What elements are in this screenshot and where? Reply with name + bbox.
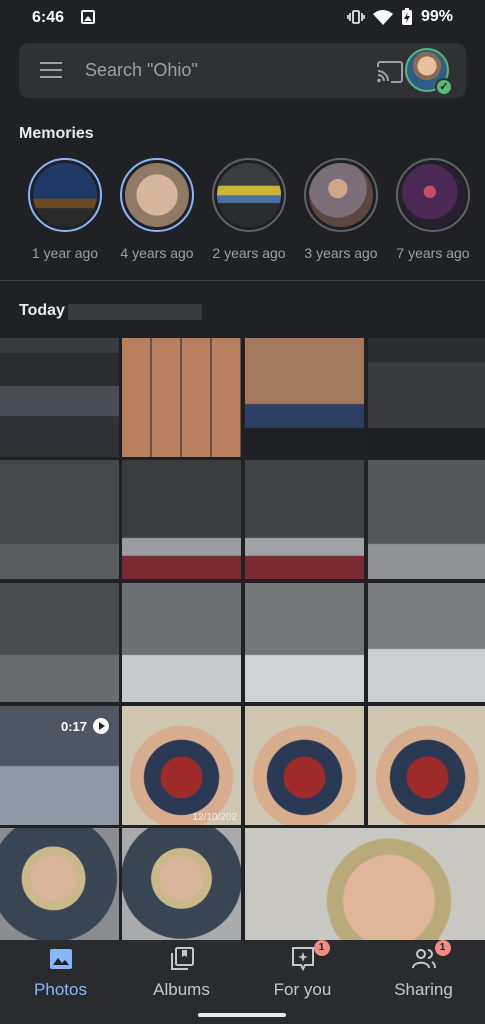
for-you-icon: [291, 947, 314, 972]
memory-item[interactable]: 4 years ago: [111, 158, 203, 261]
photo-tile[interactable]: [0, 460, 119, 579]
vibrate-icon: [347, 10, 365, 24]
status-time: 6:46: [32, 9, 65, 26]
photo-tile[interactable]: [122, 338, 241, 457]
section-divider: [0, 280, 485, 281]
photo-tile[interactable]: [368, 583, 485, 702]
sharing-icon: [411, 949, 436, 969]
search-bar[interactable]: Search "Ohio" ✓: [19, 43, 466, 98]
memory-thumbnail: [309, 163, 373, 227]
memory-item[interactable]: 2 years ago: [203, 158, 295, 261]
cast-icon[interactable]: [376, 61, 404, 83]
search-input[interactable]: Search "Ohio": [85, 60, 198, 81]
photo-tile[interactable]: [122, 583, 241, 702]
home-indicator[interactable]: [198, 1013, 286, 1017]
bottom-navigation: Photos Albums 1 For you 1 Sharing: [0, 940, 485, 1024]
today-title: Today: [19, 302, 65, 319]
nav-for-you[interactable]: 1 For you: [242, 940, 363, 1006]
backup-check-icon: ✓: [435, 78, 453, 96]
memories-title: Memories: [19, 125, 94, 142]
photos-icon: [49, 949, 72, 969]
memory-item[interactable]: 1 year ago: [19, 158, 111, 261]
memory-thumbnail: [33, 163, 97, 227]
photo-tile[interactable]: 12/10/202: [122, 706, 241, 825]
memory-label: 4 years ago: [120, 245, 194, 261]
status-bar: 6:46 99%: [0, 0, 485, 36]
photo-tile[interactable]: [368, 706, 485, 825]
photo-tile[interactable]: [0, 583, 119, 702]
photo-tile[interactable]: [0, 338, 119, 457]
notification-badge: 1: [434, 940, 451, 956]
photo-tile[interactable]: [245, 828, 485, 940]
memory-label: 2 years ago: [212, 245, 286, 261]
memory-item[interactable]: 7 years ago: [387, 158, 479, 261]
image-notification-icon: [81, 10, 95, 24]
memory-label: 1 year ago: [31, 245, 99, 261]
memory-label: 7 years ago: [396, 245, 470, 261]
photo-tile[interactable]: [245, 583, 364, 702]
play-icon: [93, 718, 109, 734]
notification-badge: 1: [313, 940, 330, 956]
photo-tile[interactable]: [245, 706, 364, 825]
photo-tile[interactable]: [368, 460, 485, 579]
photo-tile[interactable]: [122, 828, 241, 940]
battery-charging-icon: [401, 8, 412, 25]
memory-item[interactable]: 3 years ago: [295, 158, 387, 261]
video-duration: 0:17: [61, 718, 109, 734]
nav-sharing[interactable]: 1 Sharing: [363, 940, 484, 1006]
memory-thumbnail: [217, 163, 281, 227]
memory-thumbnail: [401, 163, 465, 227]
account-avatar[interactable]: ✓: [405, 48, 453, 96]
redacted-date: [68, 304, 202, 320]
photo-tile[interactable]: [368, 338, 485, 457]
photo-datestamp: 12/10/202: [192, 812, 238, 823]
photo-tile[interactable]: [245, 460, 364, 579]
photo-tile[interactable]: [0, 828, 119, 940]
battery-percent: 99%: [420, 8, 453, 25]
memory-thumbnail: [125, 163, 189, 227]
wifi-icon: [372, 10, 393, 25]
photo-tile[interactable]: [122, 460, 241, 579]
video-tile[interactable]: 0:17: [0, 706, 119, 825]
menu-icon[interactable]: [40, 62, 62, 78]
nav-photos[interactable]: Photos: [0, 940, 121, 1006]
memory-label: 3 years ago: [304, 245, 378, 261]
photo-tile[interactable]: [245, 338, 364, 457]
albums-icon: [170, 947, 194, 970]
nav-albums[interactable]: Albums: [121, 940, 242, 1006]
